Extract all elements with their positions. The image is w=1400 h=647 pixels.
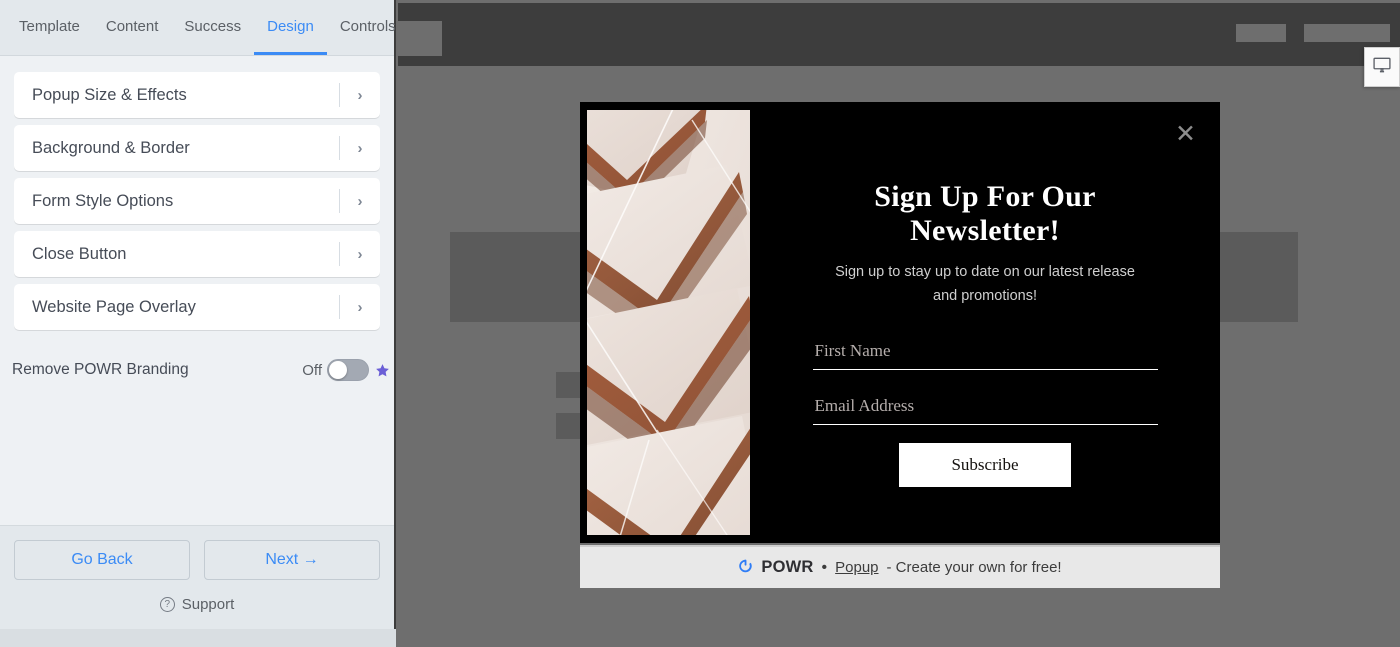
powr-tagline: - Create your own for free! <box>886 559 1062 576</box>
premium-star-icon[interactable] <box>375 363 390 378</box>
design-options-scroll: Popup Size & Effects › Background & Bord… <box>0 56 394 525</box>
toggle-knob <box>329 361 347 379</box>
remove-powr-branding-label: Remove POWR Branding <box>12 361 189 378</box>
editor-tabbar: Template Content Success Design Controls <box>0 0 396 56</box>
tab-success[interactable]: Success <box>171 0 254 55</box>
mock-site-nav-placeholder-2 <box>1304 24 1390 42</box>
toggle-state-label: Off <box>302 361 322 379</box>
tab-label: Design <box>267 17 314 35</box>
popup-title: Sign Up For Our Newsletter! <box>874 180 1096 247</box>
chevron-right-icon[interactable]: › <box>340 299 380 316</box>
chevron-right-icon[interactable]: › <box>340 140 380 157</box>
editor-bottom-strip <box>0 629 396 647</box>
remove-powr-branding-control: Off <box>302 359 394 381</box>
chevron-right-icon[interactable]: › <box>340 246 380 263</box>
accordion-item-label: Popup Size & Effects <box>32 85 187 104</box>
mock-site-topbar <box>398 3 1400 66</box>
desktop-preview-toggle-button[interactable] <box>1364 47 1400 87</box>
accordion-item-label: Background & Border <box>32 138 190 157</box>
accordion-item-form-style-options[interactable]: Form Style Options › <box>14 178 380 224</box>
popup-envelope-image <box>587 110 750 535</box>
website-preview-area: ✕ Sign Up For Our Newsletter! Sign up to… <box>398 0 1400 647</box>
tab-label: Content <box>105 17 159 35</box>
email-address-field <box>812 387 1158 426</box>
tab-label: Success <box>184 17 242 35</box>
signup-form: Subscribe <box>812 332 1158 488</box>
design-editor-panel: Template Content Success Design Controls… <box>0 0 396 647</box>
tab-template[interactable]: Template <box>6 0 93 55</box>
support-label: Support <box>181 596 235 613</box>
powr-popup-link[interactable]: Popup <box>835 559 878 576</box>
accordion-item-website-page-overlay[interactable]: Website Page Overlay › <box>14 284 380 330</box>
close-icon[interactable]: ✕ <box>1175 122 1196 147</box>
powr-branding-bar: POWR • Popup - Create your own for free! <box>580 545 1220 588</box>
chevron-right-icon[interactable]: › <box>340 193 380 210</box>
tab-content[interactable]: Content <box>93 0 172 55</box>
popup-subtitle: Sign up to stay up to date on our latest… <box>835 264 1135 304</box>
next-button[interactable]: Next → <box>204 540 380 580</box>
support-link[interactable]: ? Support <box>14 596 380 613</box>
desktop-monitor-icon <box>1372 55 1392 80</box>
newsletter-popup: ✕ Sign Up For Our Newsletter! Sign up to… <box>580 102 1220 543</box>
accordion-item-close-button[interactable]: Close Button › <box>14 231 380 277</box>
mock-site-nav-placeholder-1 <box>1236 24 1286 42</box>
accordion-item-background-border[interactable]: Background & Border › <box>14 125 380 171</box>
remove-powr-branding-row: Remove POWR Branding Off <box>0 337 394 385</box>
powr-brand-name: POWR <box>761 558 814 576</box>
footer-buttons: Go Back Next → <box>14 540 380 580</box>
accordion-item-label: Close Button <box>32 244 127 263</box>
tab-design[interactable]: Design <box>254 0 327 55</box>
tab-label: Template <box>19 17 80 35</box>
powr-logo-icon <box>738 558 753 578</box>
powr-separator: • <box>821 558 828 576</box>
app-root: Template Content Success Design Controls… <box>0 0 1400 647</box>
email-address-input[interactable] <box>812 387 1158 425</box>
help-circle-icon: ? <box>159 597 175 612</box>
remove-powr-branding-toggle[interactable] <box>327 359 369 381</box>
subscribe-button[interactable]: Subscribe <box>899 443 1071 488</box>
accordion-item-label: Form Style Options <box>32 191 174 210</box>
go-back-button[interactable]: Go Back <box>14 540 190 580</box>
mock-site-logo-placeholder <box>398 21 442 56</box>
tab-controls[interactable]: Controls <box>327 0 409 55</box>
chevron-right-icon[interactable]: › <box>340 87 380 104</box>
accordion-item-label: Website Page Overlay <box>32 297 196 316</box>
accordion-item-popup-size-effects[interactable]: Popup Size & Effects › <box>14 72 380 118</box>
tab-label: Controls <box>339 17 396 35</box>
popup-content: ✕ Sign Up For Our Newsletter! Sign up to… <box>750 102 1220 543</box>
design-accordion: Popup Size & Effects › Background & Bord… <box>0 72 394 330</box>
first-name-input[interactable] <box>812 332 1158 370</box>
first-name-field <box>812 332 1158 371</box>
